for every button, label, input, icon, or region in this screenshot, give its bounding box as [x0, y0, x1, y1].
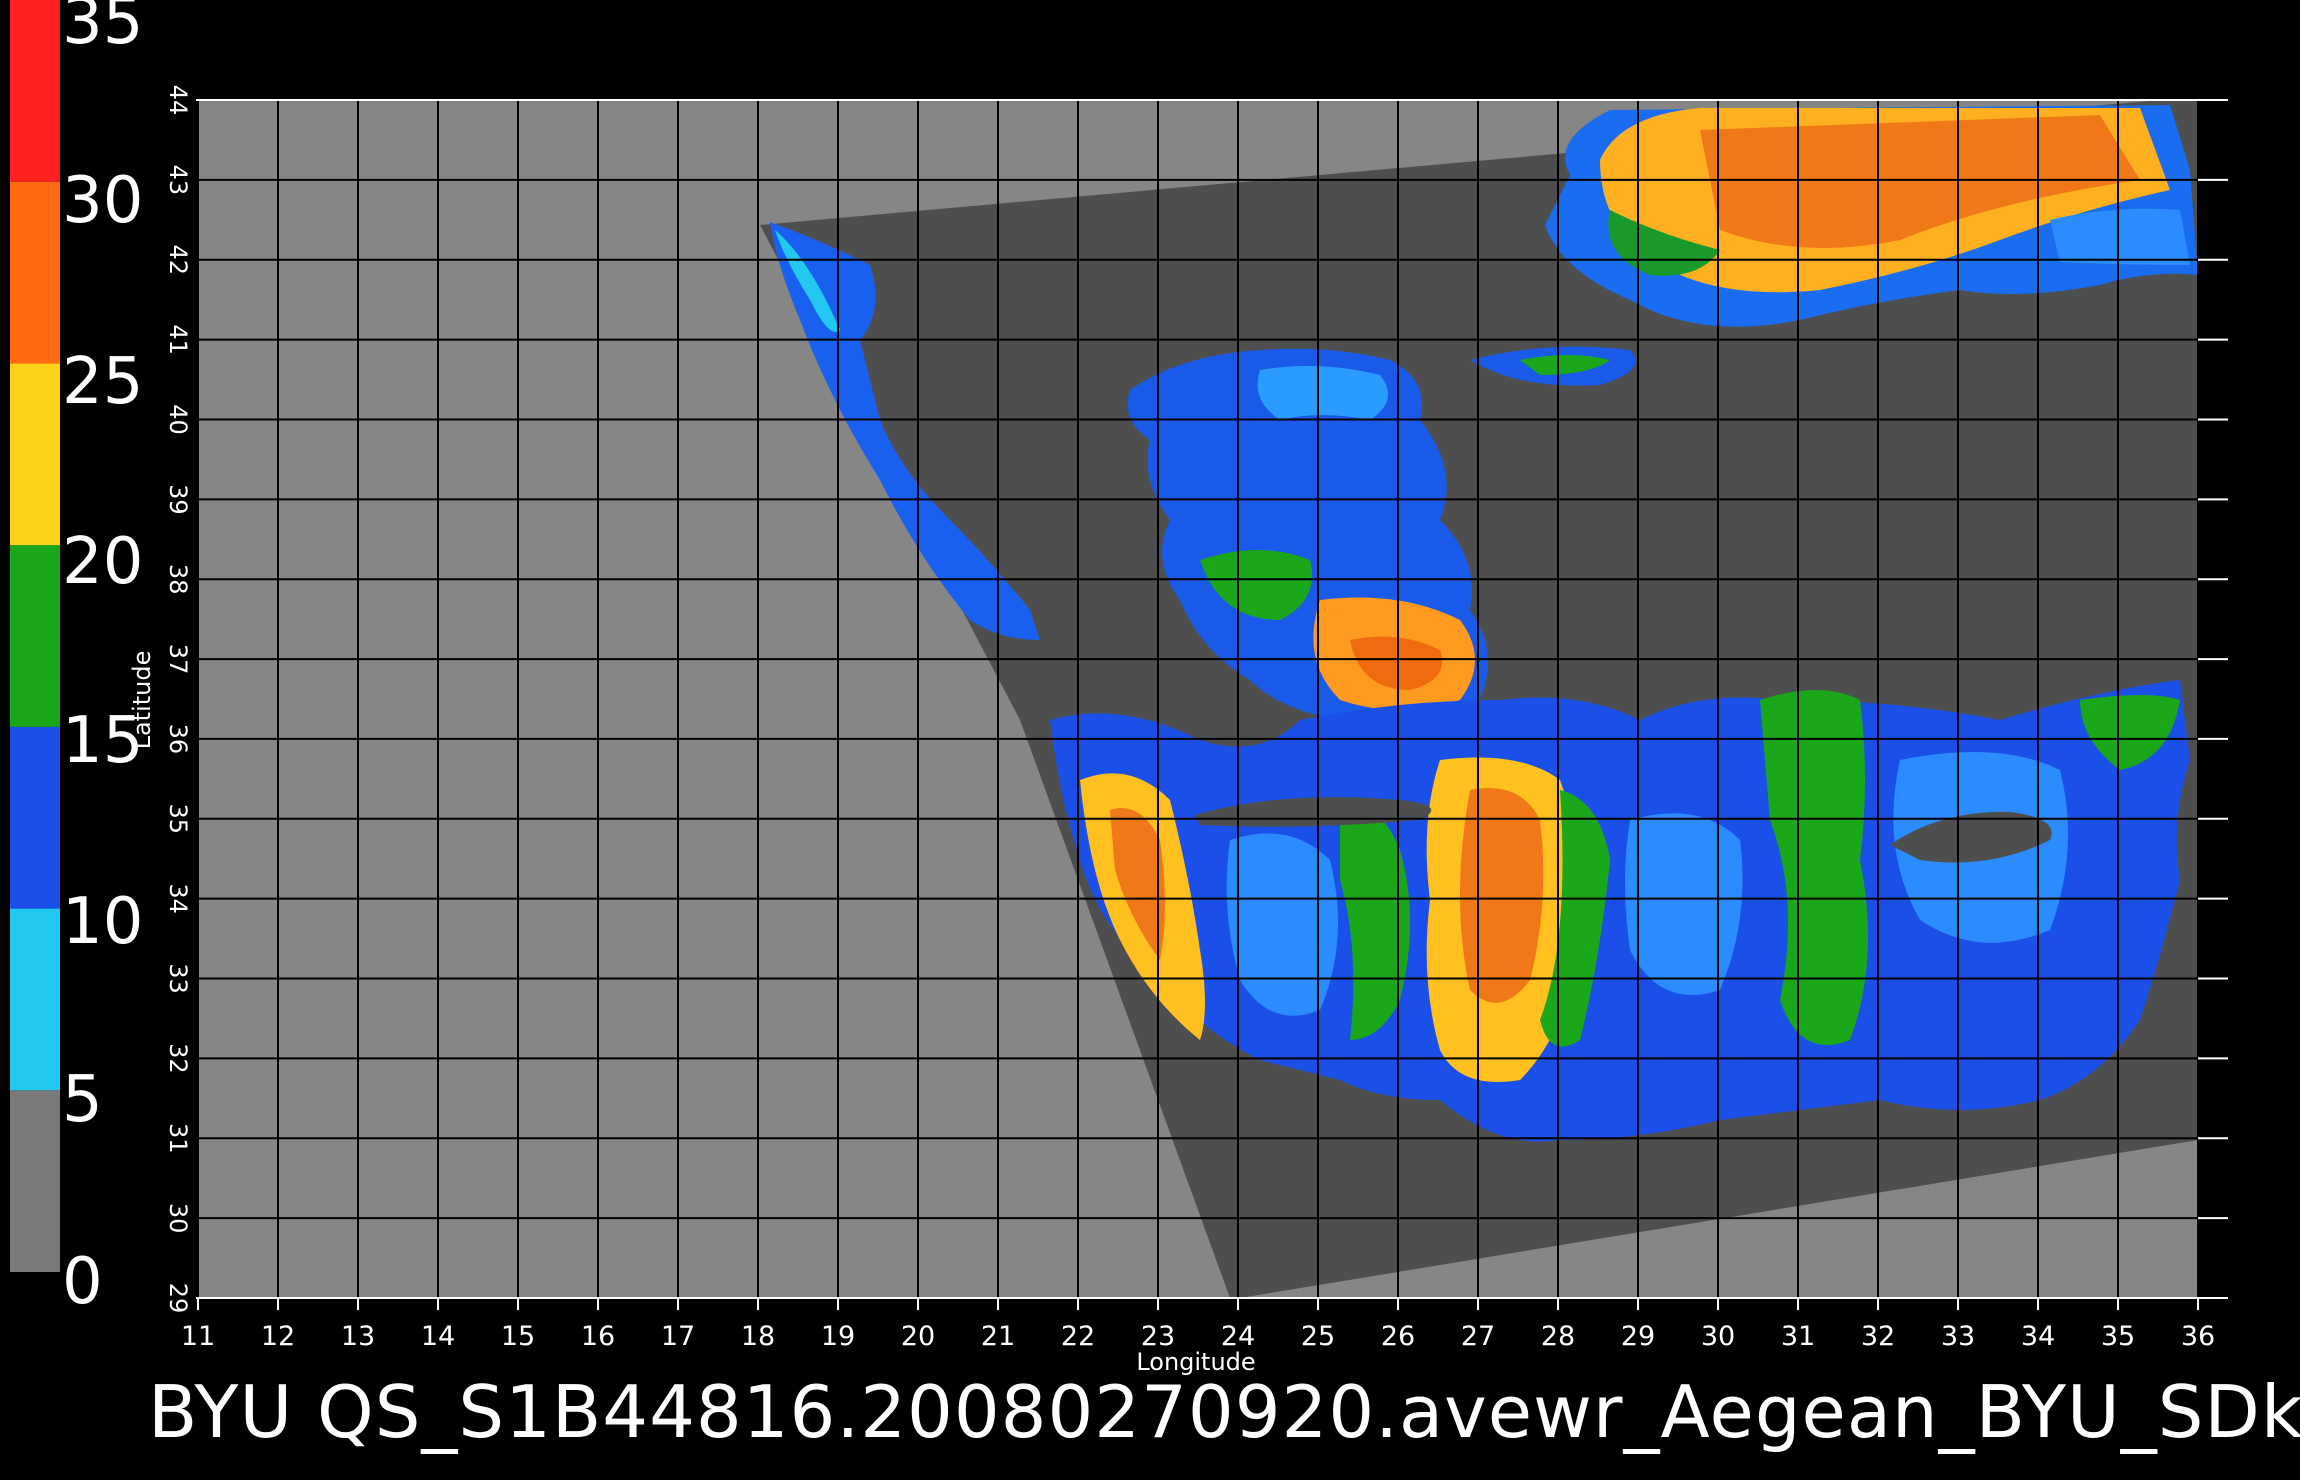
lat-label-34: 34	[164, 883, 192, 914]
lat-label-44: 44	[164, 85, 192, 116]
lat-label-31: 31	[164, 1123, 192, 1154]
lon-label-16: 16	[581, 1321, 615, 1352]
lon-label-14: 14	[421, 1321, 455, 1352]
colorbar-label-25: 25	[62, 345, 144, 419]
colorbar-segment-0-5	[10, 1090, 60, 1272]
lon-label-35: 35	[2101, 1321, 2135, 1352]
lon-label-22: 22	[1061, 1321, 1095, 1352]
lon-label-32: 32	[1861, 1321, 1895, 1352]
lat-label-39: 39	[164, 484, 192, 515]
colorbar	[10, 0, 60, 1272]
lat-label-35: 35	[164, 804, 192, 835]
lon-label-29: 29	[1621, 1321, 1655, 1352]
colorbar-label-30: 30	[62, 164, 144, 238]
lat-label-32: 32	[164, 1043, 192, 1074]
colorbar-segment-15-20	[10, 545, 60, 727]
lon-label-31: 31	[1781, 1321, 1815, 1352]
colorbar-segment-5-10	[10, 908, 60, 1091]
colorbar-label-35: 35	[62, 0, 144, 59]
colorbar-segment-25-30	[10, 181, 60, 364]
lon-label-33: 33	[1941, 1321, 1975, 1352]
lat-label-33: 33	[164, 963, 192, 994]
lat-label-43: 43	[164, 165, 192, 196]
lon-label-17: 17	[661, 1321, 695, 1352]
lon-label-18: 18	[741, 1321, 775, 1352]
lon-label-28: 28	[1541, 1321, 1575, 1352]
lat-label-41: 41	[164, 324, 192, 355]
lon-label-20: 20	[901, 1321, 935, 1352]
colorbar-label-10: 10	[62, 885, 144, 959]
lat-label-37: 37	[164, 644, 192, 675]
colorbar-segment-30-35	[10, 0, 60, 182]
colorbar-label-20: 20	[62, 525, 144, 599]
lon-label-19: 19	[821, 1321, 855, 1352]
colorbar-label-0: 0	[62, 1245, 103, 1319]
lat-label-36: 36	[164, 724, 192, 755]
image-caption: BYU QS_S1B44816.20080270920.avewr_Aegean…	[148, 1370, 2300, 1454]
wind-speed-map: 11 12 13 14 15 16 17 18 19 20 21 22 23 24 25 26 27 28 29 30…	[0, 0, 2300, 1480]
lat-label-40: 40	[164, 404, 192, 435]
lon-label-36: 36	[2181, 1321, 2215, 1352]
colorbar-label-5: 5	[62, 1063, 103, 1137]
colorbar-segment-10-15	[10, 726, 60, 909]
lat-label-29: 29	[164, 1283, 192, 1314]
lon-label-26: 26	[1381, 1321, 1415, 1352]
lon-label-27: 27	[1461, 1321, 1495, 1352]
lon-label-30: 30	[1701, 1321, 1735, 1352]
lon-label-25: 25	[1301, 1321, 1335, 1352]
lon-label-34: 34	[2021, 1321, 2055, 1352]
lon-label-21: 21	[981, 1321, 1015, 1352]
lon-label-15: 15	[501, 1321, 535, 1352]
colorbar-segment-20-25	[10, 363, 60, 546]
lat-label-30: 30	[164, 1203, 192, 1234]
lon-label-12: 12	[261, 1321, 295, 1352]
colorbar-label-15: 15	[62, 704, 144, 778]
lon-label-11: 11	[181, 1321, 215, 1352]
lat-label-38: 38	[164, 564, 192, 595]
lon-label-13: 13	[341, 1321, 375, 1352]
lat-label-42: 42	[164, 244, 192, 275]
